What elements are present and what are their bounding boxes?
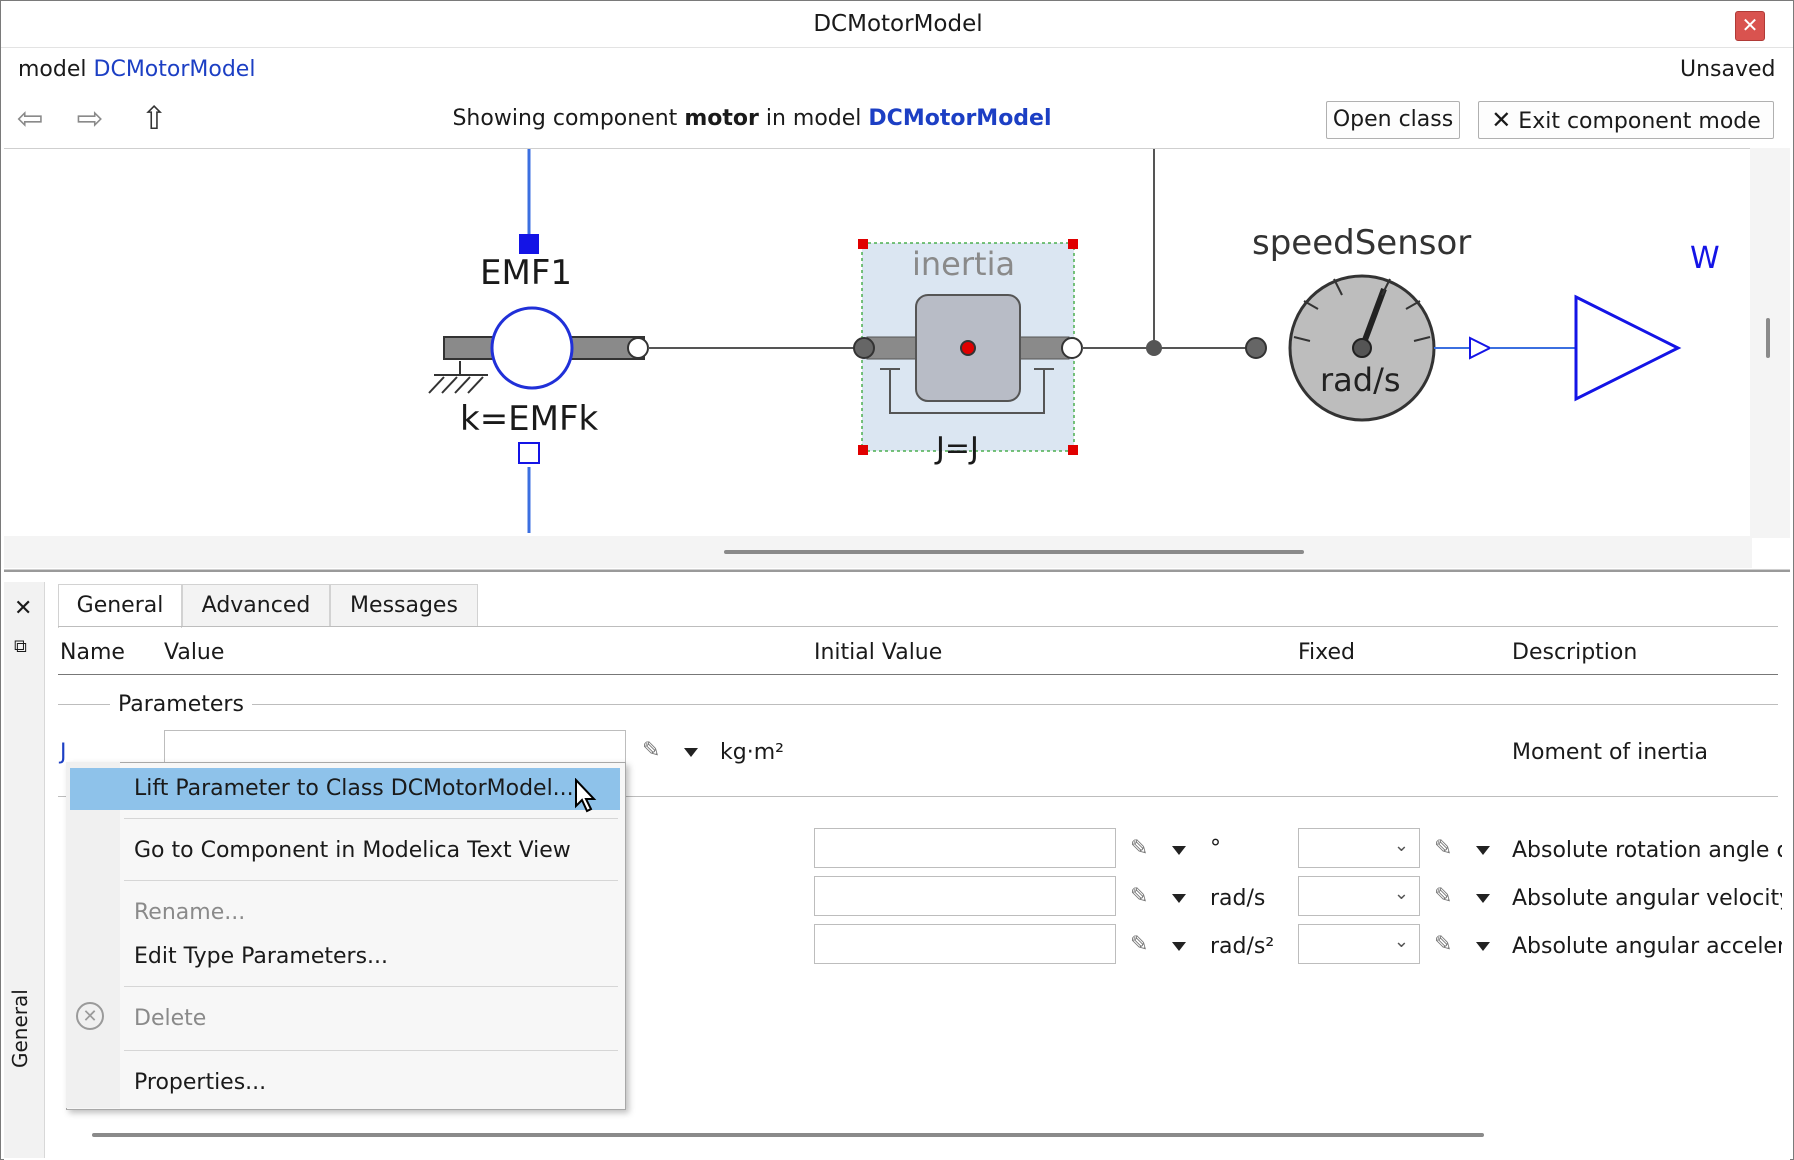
menu-separator [124,986,618,987]
menu-item-delete[interactable]: Delete [134,1006,206,1031]
dropdown-arrow-icon[interactable] [1476,894,1490,903]
dropdown-arrow-icon[interactable] [1172,894,1186,903]
tab-general[interactable]: General [58,584,182,628]
title-bar: DCMotorModel ✕ [1,1,1793,48]
model-keyword: model [18,57,87,82]
window-title: DCMotorModel [813,11,983,37]
canvas-vertical-thumb[interactable] [1766,318,1770,358]
edit-icon[interactable]: ✎ [1130,884,1156,912]
param-phi-description: Absolute rotation angle o [1512,838,1782,863]
canvas-vertical-scrollbar[interactable] [1750,148,1790,538]
undock-icon[interactable]: ⧉ [14,636,27,657]
component-breadcrumb: Showing component motor in model DCMotor… [0,106,1504,131]
exit-component-mode-label: Exit component mode [1518,109,1761,134]
exit-component-mode-button[interactable]: ✕ Exit component mode [1478,101,1774,139]
diagram-canvas[interactable]: EMF1 k=EMFk inertia J=J speedSensor rad/… [4,148,1790,570]
canvas-horizontal-scrollbar[interactable] [4,536,1752,568]
output-label: W [1690,241,1720,276]
context-menu [66,762,626,1110]
context-menu-gutter [66,762,120,1108]
breadcrumb-component: motor [684,106,759,131]
column-header-initial-value: Initial Value [814,640,943,665]
column-header-description: Description [1512,640,1638,665]
model-name-link[interactable]: DCMotorModel [94,57,256,82]
delete-icon: ✕ [76,1002,104,1030]
param-a-description: Absolute angular accelera [1512,934,1782,959]
param-j-unit: kg·m² [720,740,784,765]
emf-pin-negative [518,442,540,464]
menu-item-properties[interactable]: Properties... [134,1070,266,1095]
param-a-unit: rad/s² [1210,934,1275,959]
group-parameters: Parameters [110,692,252,717]
emf-pin-positive [519,234,539,254]
w-fixed-select[interactable]: ⌄ [1298,876,1420,916]
chevron-down-icon: ⌄ [1393,835,1409,856]
menu-separator [124,818,618,819]
menu-separator [124,880,618,881]
w-initial-value-input[interactable] [814,876,1116,916]
edit-icon[interactable]: ✎ [1130,836,1156,864]
emf-param-label: k=EMFk [460,399,599,439]
chevron-down-icon: ⌄ [1393,883,1409,904]
panel-horizontal-scroll-thumb[interactable] [92,1133,1484,1137]
breadcrumb-middle: in model [765,106,862,131]
breadcrumb-model-link[interactable]: DCMotorModel [868,106,1051,131]
param-j-description: Moment of inertia [1512,740,1709,765]
a-initial-value-input[interactable] [814,924,1116,964]
speed-unit-label: rad/s [1320,361,1401,399]
column-header-name: Name [60,640,125,665]
speed-sensor-label: speedSensor [1252,223,1472,263]
diagram-svg [428,149,1682,533]
dropdown-arrow-icon[interactable] [1476,942,1490,951]
inertia-label: inertia [912,245,1016,283]
panel-side-strip: ✕ ⧉ [4,582,45,1158]
menu-item-go-to-component[interactable]: Go to Component in Modelica Text View [134,838,571,863]
edit-icon[interactable]: ✎ [642,738,668,766]
param-phi-unit: ° [1210,836,1221,861]
menu-item-edit-type-parameters[interactable]: Edit Type Parameters... [134,944,388,969]
dropdown-arrow-icon[interactable] [684,748,698,757]
model-label: model DCMotorModel [18,57,255,82]
menu-item-rename[interactable]: Rename... [134,900,245,925]
chevron-down-icon: ⌄ [1393,931,1409,952]
edit-icon[interactable]: ✎ [1434,884,1460,912]
menu-item-lift-parameter[interactable]: Lift Parameter to Class DCMotorModel... [134,776,574,801]
dropdown-arrow-icon[interactable] [1172,846,1186,855]
inertia-param-label: J=J [936,431,979,466]
phi-initial-value-input[interactable] [814,828,1116,868]
open-class-button[interactable]: Open class [1326,101,1460,139]
column-header-value: Value [164,640,225,665]
header-divider [58,674,1778,675]
tab-divider [58,626,1778,627]
mouse-cursor-icon [575,778,597,813]
group-divider [58,704,1778,705]
edit-icon[interactable]: ✎ [1434,836,1460,864]
emf-circle [490,306,574,390]
dropdown-arrow-icon[interactable] [1172,942,1186,951]
a-fixed-select[interactable]: ⌄ [1298,924,1420,964]
output-triangle [1574,294,1682,402]
tab-advanced[interactable]: Advanced [182,584,330,626]
breadcrumb-prefix: Showing component [452,106,678,131]
column-header-fixed: Fixed [1298,640,1356,665]
edit-icon[interactable]: ✎ [1130,932,1156,960]
close-icon: ✕ [1491,106,1512,134]
canvas-horizontal-thumb[interactable] [724,550,1304,554]
param-w-description: Absolute angular velocity [1512,886,1782,911]
side-tab-general[interactable]: General [8,989,32,1068]
close-panel-icon[interactable]: ✕ [14,596,32,621]
save-status: Unsaved [1680,57,1776,82]
tab-messages[interactable]: Messages [330,584,478,626]
phi-fixed-select[interactable]: ⌄ [1298,828,1420,868]
edit-icon[interactable]: ✎ [1434,932,1460,960]
dropdown-arrow-icon[interactable] [1476,846,1490,855]
emf-label: EMF1 [480,253,573,293]
menu-separator [124,1050,618,1051]
close-icon[interactable]: ✕ [1735,11,1765,41]
param-w-unit: rad/s [1210,886,1266,911]
